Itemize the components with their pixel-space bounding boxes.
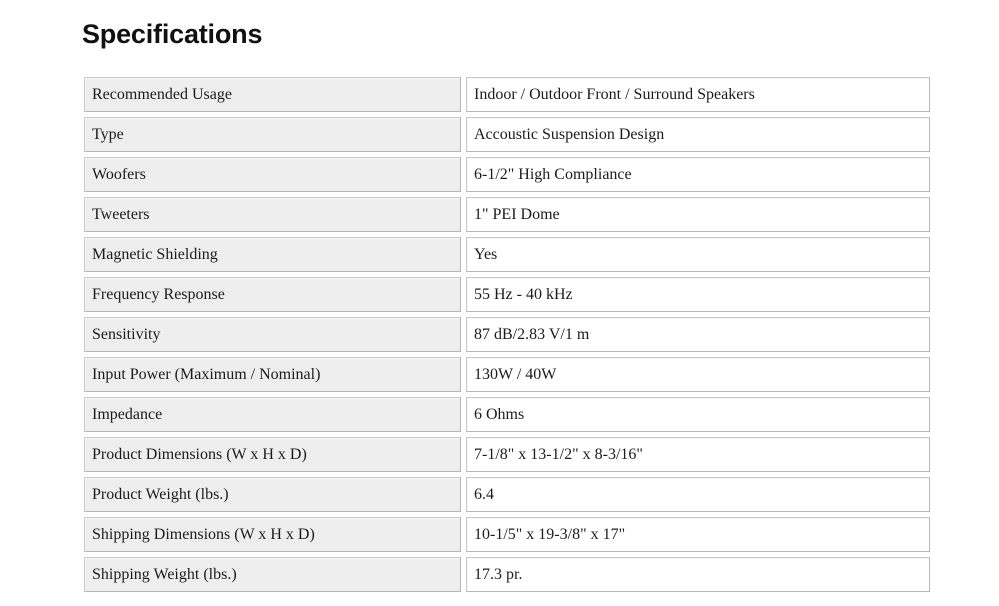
table-row: Impedance 6 Ohms: [84, 397, 930, 432]
spec-value-tweeters: 1" PEI Dome: [466, 197, 930, 232]
spec-value-magnetic-shielding: Yes: [466, 237, 930, 272]
table-row: Tweeters 1" PEI Dome: [84, 197, 930, 232]
page-title: Specifications: [82, 19, 263, 49]
spec-label-shipping-weight: Shipping Weight (lbs.): [84, 557, 461, 592]
table-row: Sensitivity 87 dB/2.83 V/1 m: [84, 317, 930, 352]
spec-value-product-dimensions: 7-1/8" x 13-1/2" x 8-3/16": [466, 437, 930, 472]
spec-value-impedance: 6 Ohms: [466, 397, 930, 432]
spec-label-shipping-dimensions: Shipping Dimensions (W x H x D): [84, 517, 461, 552]
table-row: Frequency Response 55 Hz - 40 kHz: [84, 277, 930, 312]
specifications-page: Specifications Recommended Usage Indoor …: [0, 0, 999, 606]
spec-label-product-weight: Product Weight (lbs.): [84, 477, 461, 512]
table-row: Type Accoustic Suspension Design: [84, 117, 930, 152]
table-row: Input Power (Maximum / Nominal) 130W / 4…: [84, 357, 930, 392]
spec-label-product-dimensions: Product Dimensions (W x H x D): [84, 437, 461, 472]
spec-label-input-power: Input Power (Maximum / Nominal): [84, 357, 461, 392]
spec-value-woofers: 6-1/2" High Compliance: [466, 157, 930, 192]
specifications-table-body: Recommended Usage Indoor / Outdoor Front…: [84, 77, 930, 592]
spec-label-woofers: Woofers: [84, 157, 461, 192]
spec-value-input-power: 130W / 40W: [466, 357, 930, 392]
spec-label-type: Type: [84, 117, 461, 152]
spec-label-sensitivity: Sensitivity: [84, 317, 461, 352]
spec-label-recommended-usage: Recommended Usage: [84, 77, 461, 112]
table-row: Magnetic Shielding Yes: [84, 237, 930, 272]
table-row: Product Weight (lbs.) 6.4: [84, 477, 930, 512]
spec-label-magnetic-shielding: Magnetic Shielding: [84, 237, 461, 272]
spec-value-shipping-dimensions: 10-1/5" x 19-3/8" x 17": [466, 517, 930, 552]
spec-label-tweeters: Tweeters: [84, 197, 461, 232]
spec-value-sensitivity: 87 dB/2.83 V/1 m: [466, 317, 930, 352]
specifications-table: Recommended Usage Indoor / Outdoor Front…: [79, 72, 935, 597]
table-row: Woofers 6-1/2" High Compliance: [84, 157, 930, 192]
spec-label-impedance: Impedance: [84, 397, 461, 432]
table-row: Recommended Usage Indoor / Outdoor Front…: [84, 77, 930, 112]
spec-value-product-weight: 6.4: [466, 477, 930, 512]
spec-value-frequency-response: 55 Hz - 40 kHz: [466, 277, 930, 312]
spec-value-recommended-usage: Indoor / Outdoor Front / Surround Speake…: [466, 77, 930, 112]
spec-label-frequency-response: Frequency Response: [84, 277, 461, 312]
table-row: Shipping Weight (lbs.) 17.3 pr.: [84, 557, 930, 592]
table-row: Shipping Dimensions (W x H x D) 10-1/5" …: [84, 517, 930, 552]
spec-value-type: Accoustic Suspension Design: [466, 117, 930, 152]
table-row: Product Dimensions (W x H x D) 7-1/8" x …: [84, 437, 930, 472]
spec-value-shipping-weight: 17.3 pr.: [466, 557, 930, 592]
